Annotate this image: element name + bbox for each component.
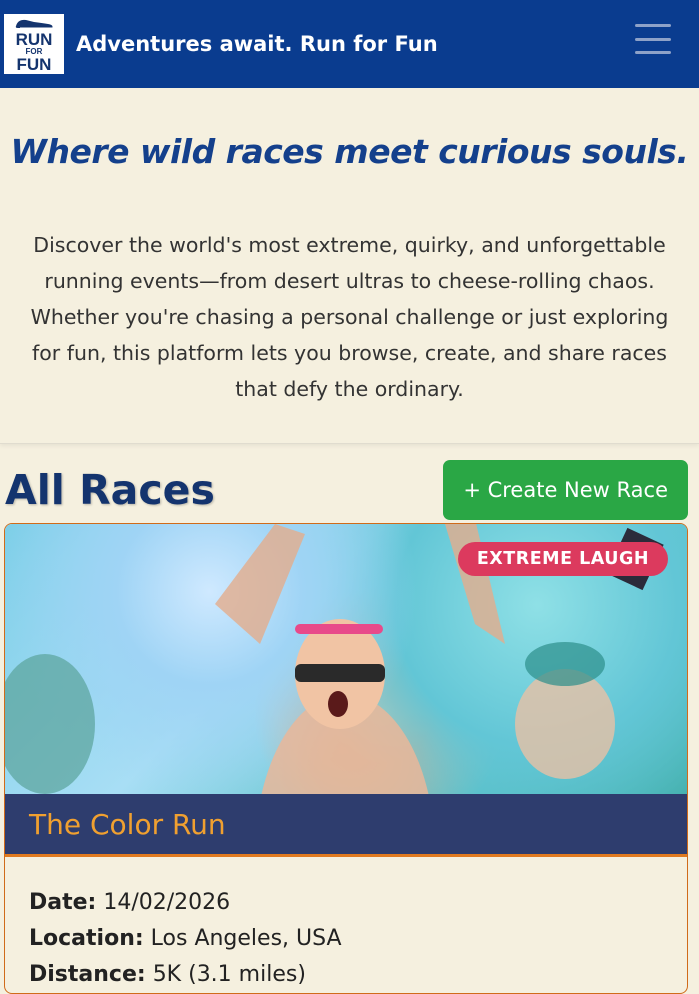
site-title[interactable]: Adventures await. Run for Fun [76, 32, 438, 56]
race-card[interactable]: EXTREME LAUGH The Color Run Date: 14/02/… [4, 523, 688, 994]
logo-text-run: RUN [15, 29, 53, 49]
race-image: EXTREME LAUGH [5, 524, 687, 794]
race-distance-value: 5K (3.1 miles) [152, 962, 306, 987]
navbar: RUN FOR FUN Adventures await. Run for Fu… [0, 0, 699, 88]
race-date-label: Date: [29, 890, 97, 915]
race-details: Date: 14/02/2026 Location: Los Angeles, … [5, 857, 687, 993]
hamburger-menu-icon[interactable] [635, 24, 671, 54]
hero-section: Where wild races meet curious souls. Dis… [0, 88, 699, 444]
race-location-value: Los Angeles, USA [150, 926, 342, 951]
race-location-label: Location: [29, 926, 144, 951]
race-location: Location: Los Angeles, USA [29, 921, 663, 957]
race-distance-label: Distance: [29, 962, 146, 987]
race-category-badge: EXTREME LAUGH [457, 542, 668, 576]
brand-logo[interactable]: RUN FOR FUN [4, 14, 64, 74]
race-distance: Distance: 5K (3.1 miles) [29, 957, 663, 993]
logo-text-fun: FUN [16, 54, 52, 74]
hero-tagline: Where wild races meet curious souls. [10, 132, 689, 171]
races-heading: All Races [5, 466, 215, 514]
race-name[interactable]: The Color Run [29, 808, 226, 841]
races-header: All Races + Create New Race [0, 444, 699, 520]
race-title-bar: The Color Run [5, 794, 687, 857]
create-new-race-button[interactable]: + Create New Race [443, 460, 688, 520]
race-date: Date: 14/02/2026 [29, 885, 663, 921]
hero-description: Discover the world's most extreme, quirk… [30, 233, 669, 401]
running-shoe-icon [15, 19, 53, 28]
race-date-value: 14/02/2026 [103, 890, 231, 915]
